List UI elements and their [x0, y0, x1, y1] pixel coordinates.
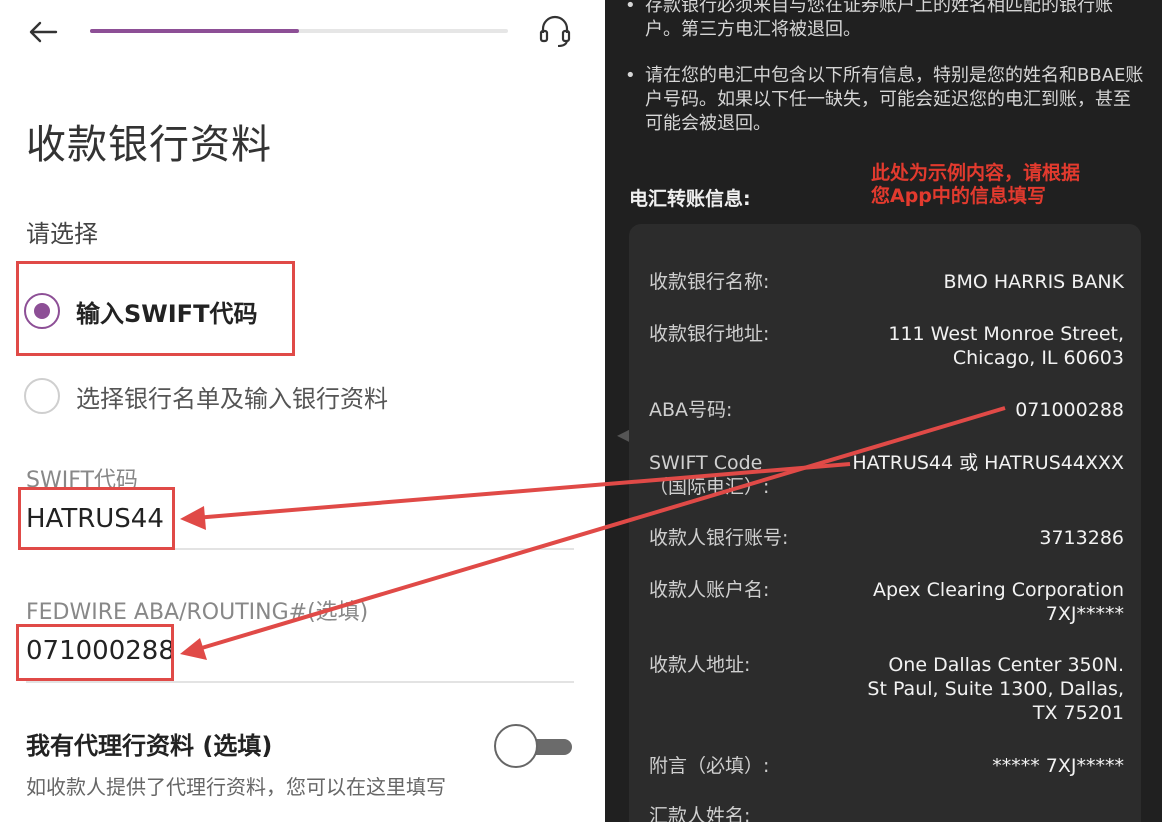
info-label: ABA号码:	[649, 399, 733, 421]
aba-field-label: FEDWIRE ABA/ROUTING#(选填)	[26, 600, 369, 625]
choose-label: 请选择	[26, 220, 98, 248]
option-label: 选择银行名单及输入银行资料	[76, 384, 388, 413]
highlight-box	[16, 261, 295, 356]
chevron-left-icon[interactable]: ◀	[617, 425, 629, 444]
section-title: 电汇转账信息:	[629, 188, 751, 210]
info-value: 111 West Monroe Street, Chicago, IL 6060…	[888, 323, 1124, 369]
bullet-icon: •	[625, 65, 636, 86]
headset-icon	[539, 15, 571, 47]
info-label: 收款人地址:	[649, 654, 751, 676]
info-label: 收款银行名称:	[649, 271, 770, 293]
progress-bar	[90, 29, 508, 33]
page-title: 收款银行资料	[26, 122, 272, 168]
option-bank-list[interactable]: 选择银行名单及输入银行资料	[24, 378, 388, 414]
info-value: HATRUS44 或 HATRUS44XXX	[852, 452, 1124, 474]
example-annotation: 此处为示例内容，请根据 您App中的信息填写	[871, 162, 1081, 207]
info-value: One Dallas Center 350N. St Paul, Suite 1…	[867, 654, 1124, 724]
note-item: • 请在您的电汇中包含以下所有信息，特别是您的姓名和BBAE账户号码。如果以下任…	[625, 65, 1144, 134]
divider	[26, 681, 574, 683]
info-label: 收款银行地址:	[649, 323, 770, 345]
info-value: 3713286	[1039, 527, 1124, 549]
agent-bank-title: 我有代理行资料 (选填)	[26, 732, 273, 760]
wire-info-pane: • 存款银行必须来自与您在证券账户上的姓名相匹配的银行账户。第三方电汇将被退回。…	[605, 0, 1162, 822]
highlight-box	[16, 624, 174, 681]
progress-fill	[90, 29, 299, 33]
info-label: 收款人银行账号:	[649, 527, 789, 549]
highlight-box	[18, 487, 175, 550]
info-label: 附言（必填）:	[649, 755, 770, 777]
wire-form-pane: 收款银行资料 请选择 输入SWIFT代码 选择银行名单及输入银行资料 SWIFT…	[0, 0, 605, 822]
arrow-left-icon	[29, 21, 58, 43]
wire-info-card	[629, 224, 1141, 822]
support-button[interactable]	[536, 12, 574, 50]
note-item: • 存款银行必须来自与您在证券账户上的姓名相匹配的银行账户。第三方电汇将被退回。	[625, 0, 1145, 42]
info-value: ***** 7XJ*****	[992, 755, 1124, 777]
agent-bank-description: 如收款人提供了代理行资料，您可以在这里填写	[26, 775, 446, 799]
info-label: 汇款人姓名:	[649, 805, 751, 822]
info-value: BMO HARRIS BANK	[943, 271, 1124, 293]
info-label: 收款人账户名:	[649, 579, 770, 601]
radio-unselected[interactable]	[24, 378, 60, 414]
info-value: Apex Clearing Corporation 7XJ*****	[872, 579, 1124, 625]
back-button[interactable]	[26, 14, 62, 50]
info-label: SWIFT Code（国际电汇）:	[649, 452, 770, 498]
agent-bank-toggle[interactable]	[494, 724, 574, 770]
bullet-icon: •	[625, 0, 636, 16]
info-value: 071000288	[1015, 399, 1124, 421]
